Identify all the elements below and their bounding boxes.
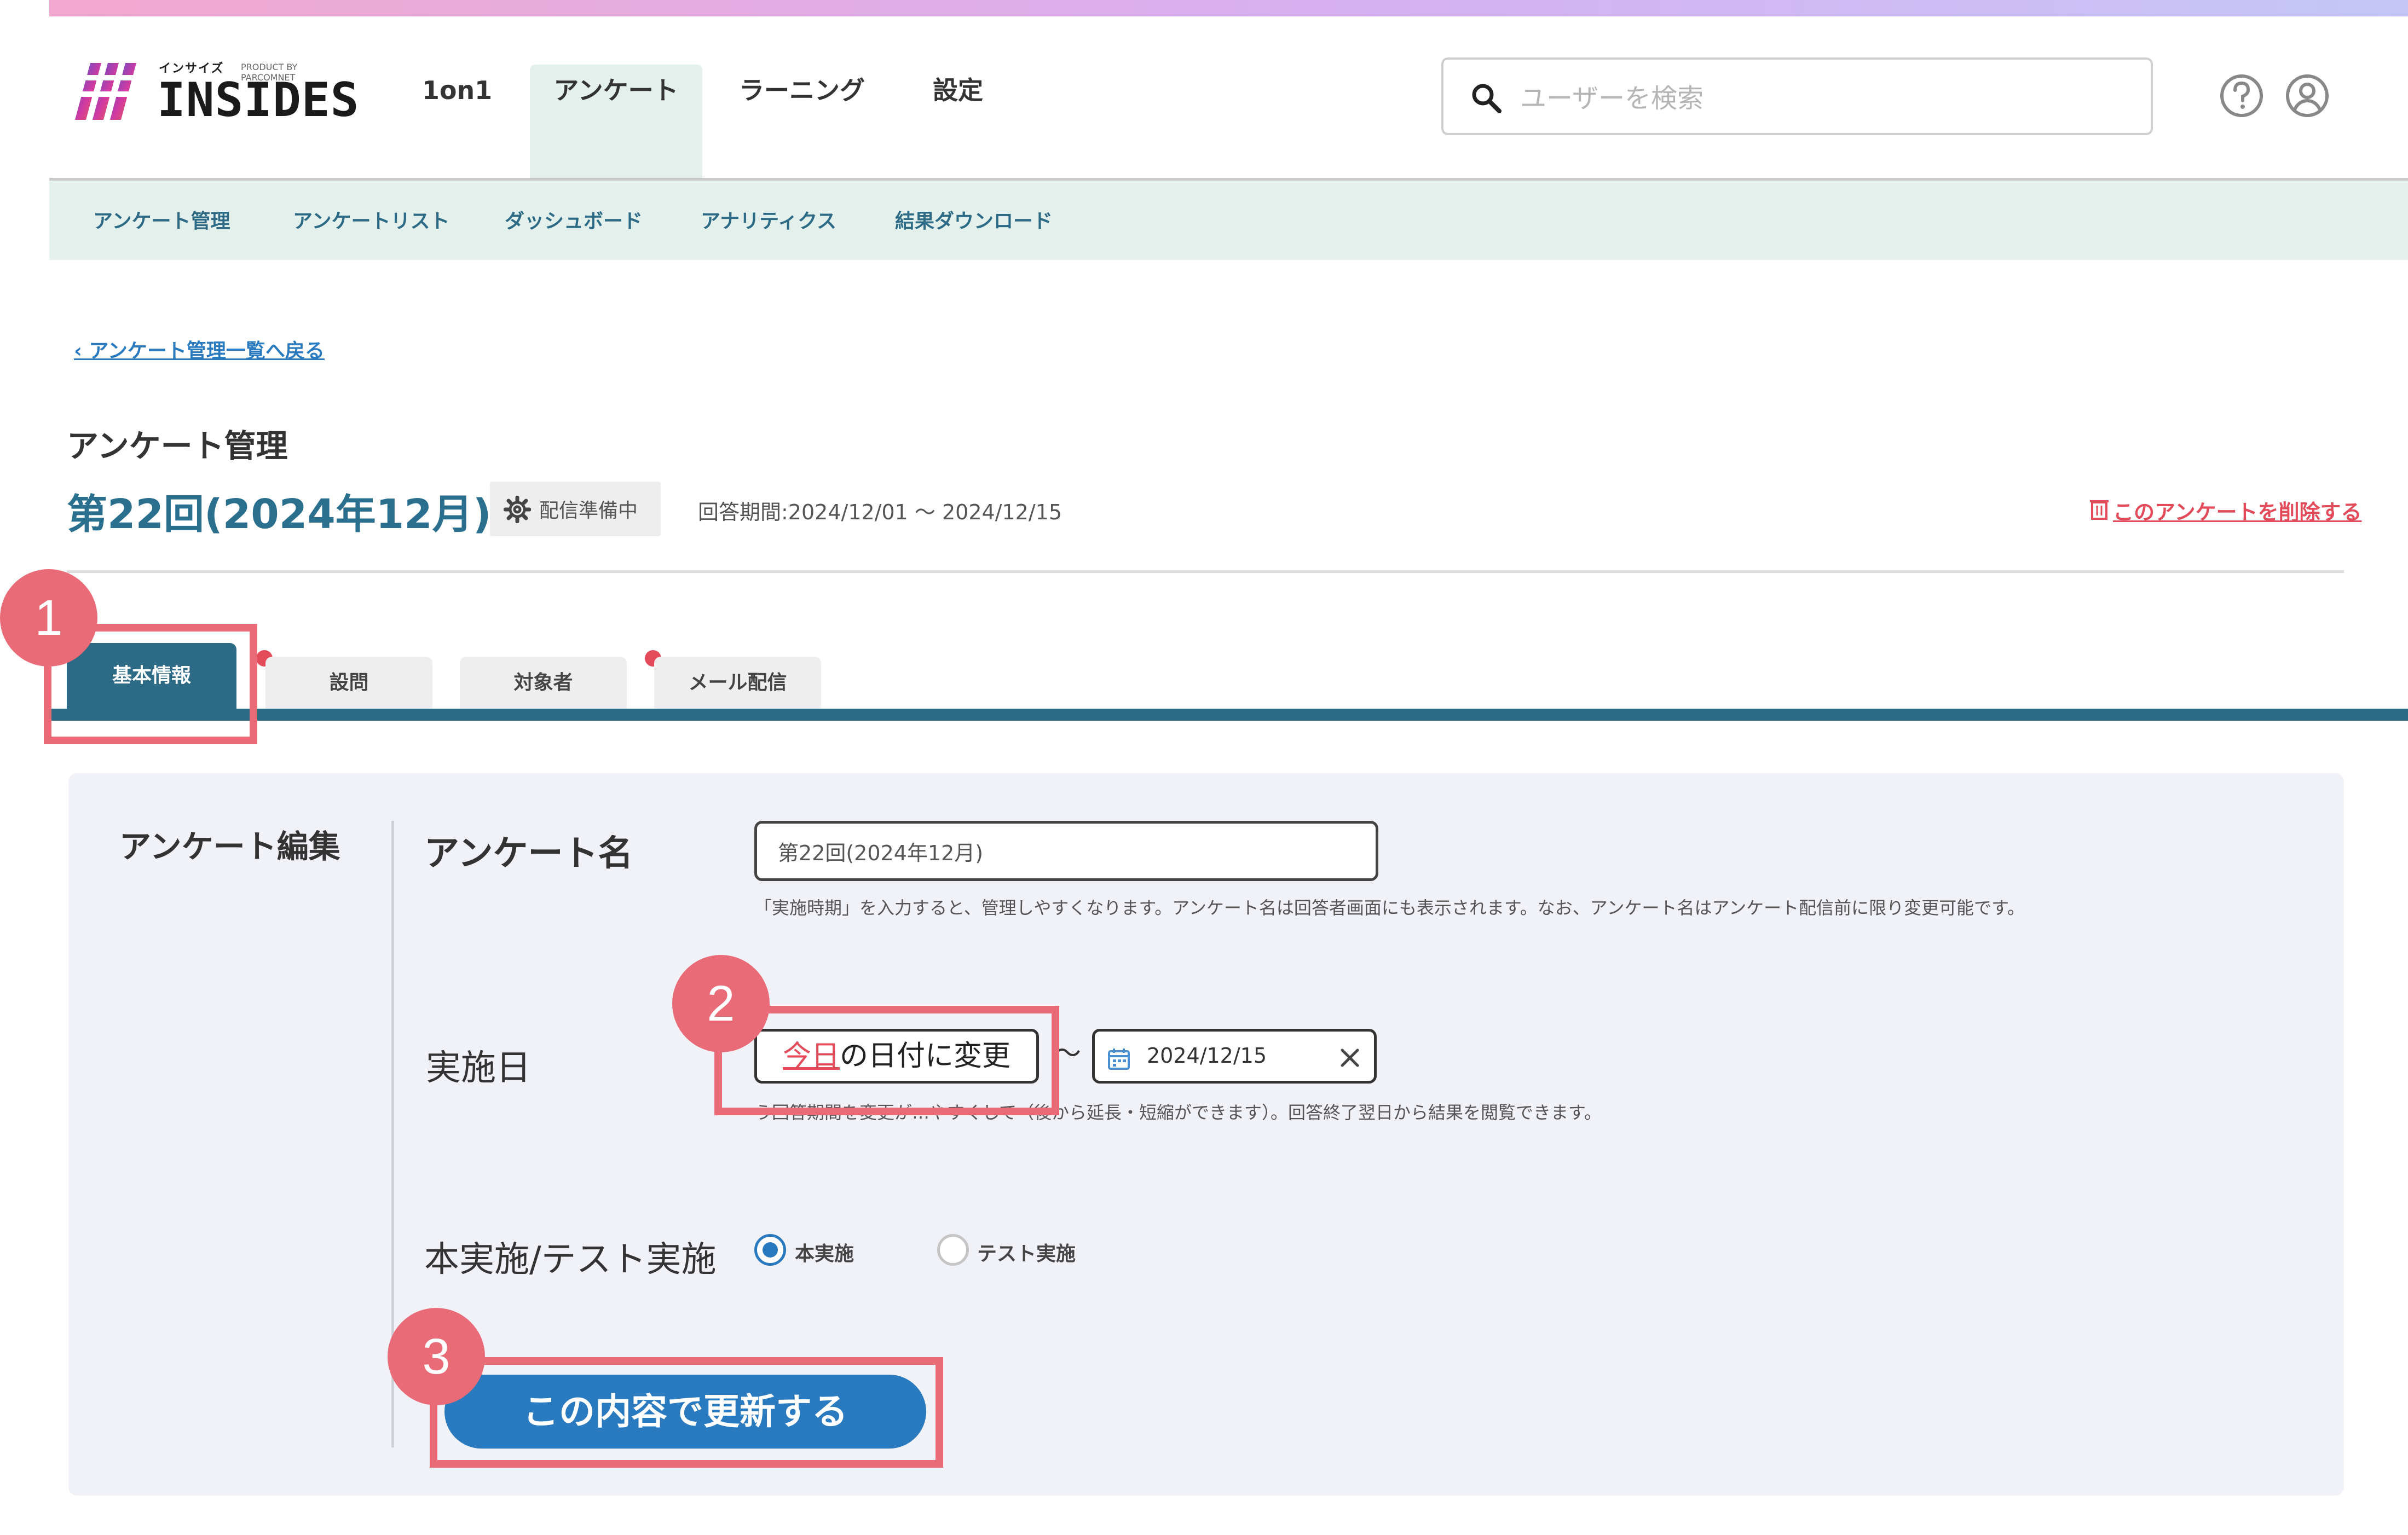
logo-mark-icon [74,63,138,120]
annotation-marker-1: 1 [0,569,97,667]
survey-title: 第22回(2024年12月) [67,491,492,538]
clear-icon[interactable] [1336,1044,1364,1072]
top-gradient-bar [49,0,2408,16]
gear-icon [504,496,531,523]
nav-item-1on1[interactable]: 1on1 [416,65,498,117]
calendar-icon [1108,1049,1130,1070]
search-icon [1472,84,1502,113]
status-text: 配信準備中 [539,500,638,522]
insides-logo[interactable]: インサイズ PRODUCT BY PARCOMNET INSIDES [74,57,359,129]
subnav-item-survey-list[interactable]: アンケートリスト [293,205,450,238]
survey-name-input[interactable] [754,821,1378,881]
mode-label: 本実施/テスト実施 [424,1239,717,1280]
nav-item-settings[interactable]: 設定 [920,65,996,117]
tab-underline-bar [49,709,2408,721]
tab-questions[interactable]: 設問 [265,657,432,709]
subnav-item-analytics[interactable]: アナリティクス [701,205,836,238]
title-divider [67,570,2344,573]
radio-production[interactable] [754,1234,786,1266]
nav-item-learning[interactable]: ラーニング [734,65,870,117]
end-date-value: 2024/12/15 [1147,1044,1267,1068]
subnav-item-survey-management[interactable]: アンケート管理 [93,205,230,238]
user-circle-icon[interactable] [2283,71,2332,120]
trash-icon[interactable] [2090,497,2109,521]
logo-wordmark: INSIDES [157,73,360,128]
section-title: アンケート管理 [67,427,288,465]
answer-period: 回答期間:2024/12/01 ～ 2024/12/15 [698,500,1062,524]
end-date-input[interactable]: 2024/12/15 [1092,1029,1377,1084]
radio-production-label[interactable]: 本実施 [795,1238,854,1266]
search-input[interactable] [1519,76,2123,121]
help-circle-icon[interactable] [2217,71,2266,120]
annotation-marker-2: 2 [672,955,770,1052]
radio-test[interactable] [937,1234,969,1266]
annotation-highlight-2 [714,1006,1059,1115]
survey-name-label: アンケート名 [424,833,633,874]
delete-survey-link[interactable]: このアンケートを削除する [2113,495,2361,525]
annotation-marker-3: 3 [388,1308,485,1405]
nav-item-survey[interactable]: アンケート [530,65,702,117]
panel-title: アンケート編集 [119,828,340,865]
survey-name-hint: 「実施時期」を入力すると、管理しやすくなります。アンケート名は回答者画面にも表示… [754,897,2025,918]
tab-mail-delivery[interactable]: メール配信 [654,657,821,709]
tab-targets[interactable]: 対象者 [460,657,627,709]
radio-test-label[interactable]: テスト実施 [977,1238,1076,1266]
subnav-item-dashboard[interactable]: ダッシュボード [505,205,643,238]
annotation-highlight-3 [430,1357,943,1468]
date-label: 実施日 [426,1048,531,1088]
user-search-box[interactable] [1441,57,2153,135]
back-to-list-link[interactable]: ‹ アンケート管理一覧へ戻る [74,335,325,363]
subnav-item-results-download[interactable]: 結果ダウンロード [895,205,1053,238]
status-badge: 配信準備中 [490,482,661,536]
